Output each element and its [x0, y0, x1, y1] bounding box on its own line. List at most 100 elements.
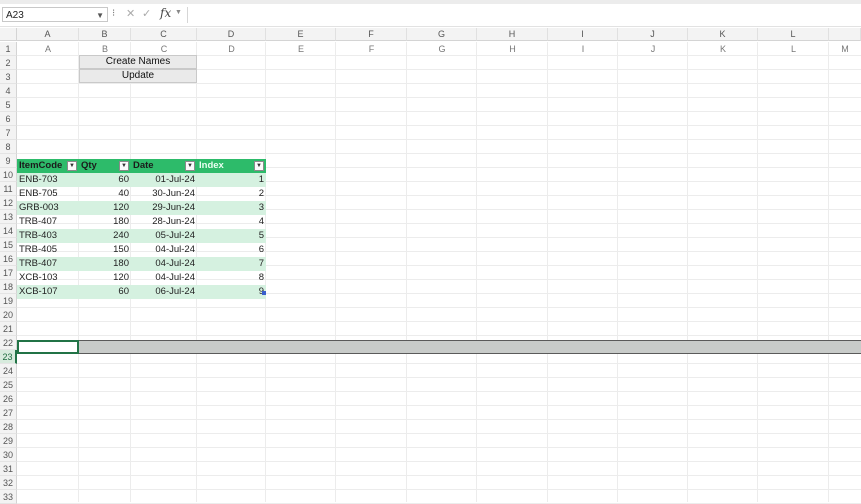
column-header[interactable]: A: [17, 28, 79, 41]
cell-qty[interactable]: 240: [79, 229, 131, 243]
row-header[interactable]: 6: [0, 112, 17, 126]
table-resize-handle[interactable]: [262, 291, 266, 295]
cell-date[interactable]: 05-Jul-24: [131, 229, 197, 243]
cell-date[interactable]: 29-Jun-24: [131, 201, 197, 215]
cell-index[interactable]: 2: [197, 187, 266, 201]
cell-qty[interactable]: 120: [79, 271, 131, 285]
row-header[interactable]: 17: [0, 266, 17, 280]
active-cell-a23[interactable]: [17, 340, 79, 354]
column-header[interactable]: F: [336, 28, 407, 41]
cell-itemcode[interactable]: TRB-403: [17, 229, 79, 243]
select-all-corner[interactable]: [0, 28, 17, 41]
update-button[interactable]: Update: [79, 69, 197, 83]
cell-index[interactable]: 4: [197, 215, 266, 229]
column-header[interactable]: D: [197, 28, 266, 41]
cell-index[interactable]: 9: [197, 285, 266, 299]
column-header[interactable]: B: [79, 28, 131, 41]
cell-itemcode[interactable]: XCB-107: [17, 285, 79, 299]
check-icon[interactable]: ✓: [142, 7, 151, 20]
filter-dropdown-icon[interactable]: ▼: [185, 161, 195, 171]
cell-qty[interactable]: 60: [79, 173, 131, 187]
cell-date[interactable]: 01-Jul-24: [131, 173, 197, 187]
cell-itemcode[interactable]: TRB-407: [17, 257, 79, 271]
cell-itemcode[interactable]: ENB-705: [17, 187, 79, 201]
insert-function-icon[interactable]: fx: [160, 6, 171, 20]
row-header[interactable]: 30: [0, 448, 17, 462]
cell-qty[interactable]: 60: [79, 285, 131, 299]
cell-qty[interactable]: 40: [79, 187, 131, 201]
row-header[interactable]: 2: [0, 56, 17, 70]
row-header[interactable]: 28: [0, 420, 17, 434]
row-header[interactable]: 20: [0, 308, 17, 322]
close-icon[interactable]: ✕: [126, 7, 135, 20]
row-header[interactable]: 25: [0, 378, 17, 392]
row-header[interactable]: 13: [0, 210, 17, 224]
row-header[interactable]: 18: [0, 280, 17, 294]
cell-qty[interactable]: 120: [79, 201, 131, 215]
cell-itemcode[interactable]: XCB-103: [17, 271, 79, 285]
row-header[interactable]: 12: [0, 196, 17, 210]
row-header[interactable]: 31: [0, 462, 17, 476]
row-header[interactable]: 32: [0, 476, 17, 490]
cell-qty[interactable]: 180: [79, 257, 131, 271]
cell-index[interactable]: 7: [197, 257, 266, 271]
row-header[interactable]: 5: [0, 98, 17, 112]
row-header[interactable]: 23: [0, 350, 17, 364]
row-header[interactable]: 14: [0, 224, 17, 238]
row-header[interactable]: 19: [0, 294, 17, 308]
filter-dropdown-icon[interactable]: ▼: [254, 161, 264, 171]
cell-date[interactable]: 04-Jul-24: [131, 257, 197, 271]
cell-itemcode[interactable]: TRB-407: [17, 215, 79, 229]
row-header[interactable]: 7: [0, 126, 17, 140]
chevron-down-icon[interactable]: ▼: [96, 8, 104, 23]
cell-date[interactable]: 06-Jul-24: [131, 285, 197, 299]
name-box[interactable]: A23 ▼: [2, 7, 108, 22]
cell-qty[interactable]: 150: [79, 243, 131, 257]
row-header[interactable]: 3: [0, 70, 17, 84]
formula-input[interactable]: [187, 7, 861, 23]
selected-row-23[interactable]: [17, 340, 861, 354]
row-header[interactable]: 26: [0, 392, 17, 406]
row-header[interactable]: 1: [0, 42, 17, 56]
column-header[interactable]: H: [477, 28, 548, 41]
row-header[interactable]: 8: [0, 140, 17, 154]
column-header[interactable]: K: [688, 28, 758, 41]
column-header[interactable]: C: [131, 28, 197, 41]
row-header[interactable]: 16: [0, 252, 17, 266]
cell-index[interactable]: 6: [197, 243, 266, 257]
row-header[interactable]: 10: [0, 168, 17, 182]
cell-date[interactable]: 30-Jun-24: [131, 187, 197, 201]
column-header[interactable]: J: [618, 28, 688, 41]
cell-index[interactable]: 8: [197, 271, 266, 285]
cell-qty[interactable]: 180: [79, 215, 131, 229]
filter-dropdown-icon[interactable]: ▼: [67, 161, 77, 171]
row-header[interactable]: 9: [0, 154, 17, 168]
row-header[interactable]: 21: [0, 322, 17, 336]
chevron-down-icon[interactable]: ▼: [175, 9, 182, 16]
column-header[interactable]: [829, 28, 861, 41]
row-header[interactable]: 24: [0, 364, 17, 378]
cell-date[interactable]: 28-Jun-24: [131, 215, 197, 229]
more-options-icon[interactable]: ⁝: [112, 8, 115, 19]
grid-line: [17, 125, 861, 126]
column-header[interactable]: L: [758, 28, 829, 41]
cell-index[interactable]: 1: [197, 173, 266, 187]
cell-itemcode[interactable]: ENB-703: [17, 173, 79, 187]
create-names-button[interactable]: Create Names: [79, 55, 197, 69]
cell-date[interactable]: 04-Jul-24: [131, 243, 197, 257]
column-header[interactable]: I: [548, 28, 618, 41]
cell-index[interactable]: 5: [197, 229, 266, 243]
row-header[interactable]: 4: [0, 84, 17, 98]
row-header[interactable]: 29: [0, 434, 17, 448]
row-header[interactable]: 22: [0, 336, 17, 350]
filter-dropdown-icon[interactable]: ▼: [119, 161, 129, 171]
cell-index[interactable]: 3: [197, 201, 266, 215]
row-header[interactable]: 27: [0, 406, 17, 420]
cell-itemcode[interactable]: TRB-405: [17, 243, 79, 257]
column-header[interactable]: E: [266, 28, 336, 41]
column-header[interactable]: G: [407, 28, 477, 41]
row-header[interactable]: 11: [0, 182, 17, 196]
cell-date[interactable]: 04-Jul-24: [131, 271, 197, 285]
cell-itemcode[interactable]: GRB-003: [17, 201, 79, 215]
row-header[interactable]: 15: [0, 238, 17, 252]
